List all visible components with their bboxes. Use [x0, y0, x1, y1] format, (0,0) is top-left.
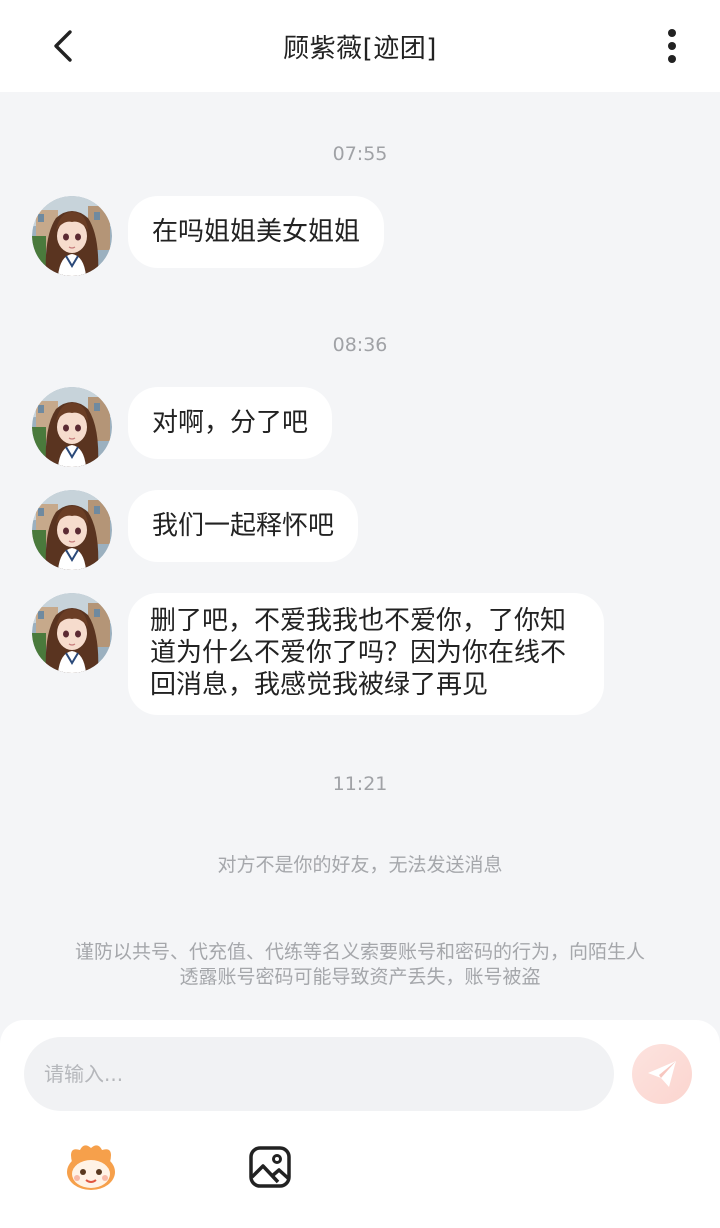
composer-panel	[0, 1020, 720, 1228]
avatar[interactable]	[32, 387, 112, 467]
security-warning: 谨防以共号、代充值、代练等名义索要账号和密码的行为，向陌生人 透露账号密码可能导…	[50, 940, 670, 990]
system-notice: 对方不是你的好友，无法发送消息	[217, 854, 503, 876]
message-row: 我们一起释怀吧	[32, 490, 359, 570]
message-bubble[interactable]: 在吗姐姐美女姐姐	[128, 196, 385, 268]
avatar[interactable]	[32, 196, 112, 276]
avatar[interactable]	[32, 593, 112, 673]
message-bubble[interactable]: 对啊，分了吧	[128, 387, 333, 459]
mascot-emoji-icon	[67, 1145, 115, 1190]
warning-line: 谨防以共号、代充值、代练等名义索要账号和密码的行为，向陌生人	[74, 941, 645, 963]
message-line: 删了吧，不爱我我也不爱你，了你知	[150, 606, 567, 636]
message-bubble[interactable]: 我们一起释怀吧	[128, 490, 359, 562]
message-line: 道为什么不爱你了吗？因为你在线不	[150, 638, 567, 668]
chat-title: 顾紫薇[迹团]	[283, 34, 437, 64]
warning-line: 透露账号密码可能导致资产丢失，账号被盗	[179, 966, 541, 988]
message-input[interactable]	[24, 1037, 614, 1111]
more-vertical-icon	[668, 29, 676, 63]
message-row: 在吗姐姐美女姐姐	[32, 196, 385, 276]
image-icon	[249, 1146, 291, 1188]
message-timestamp: 08:36	[332, 334, 388, 356]
emoji-button[interactable]	[62, 1142, 120, 1194]
paper-plane-icon	[648, 1061, 676, 1087]
more-options-button[interactable]	[652, 22, 692, 70]
message-bubble[interactable]: 删了吧，不爱我我也不爱你，了你知 道为什么不爱你了吗？因为你在线不 回消息，我感…	[128, 593, 604, 715]
avatar[interactable]	[32, 490, 112, 570]
message-timestamp: 07:55	[332, 143, 388, 165]
message-row: 删了吧，不爱我我也不爱你，了你知 道为什么不爱你了吗？因为你在线不 回消息，我感…	[32, 593, 604, 715]
message-line: 回消息，我感觉我被绿了再见	[150, 670, 489, 700]
send-button[interactable]	[632, 1044, 692, 1104]
message-row: 对啊，分了吧	[32, 387, 333, 467]
image-button[interactable]	[247, 1144, 293, 1190]
chat-header: 顾紫薇[迹团]	[0, 0, 720, 92]
message-timestamp: 11:21	[332, 773, 388, 795]
